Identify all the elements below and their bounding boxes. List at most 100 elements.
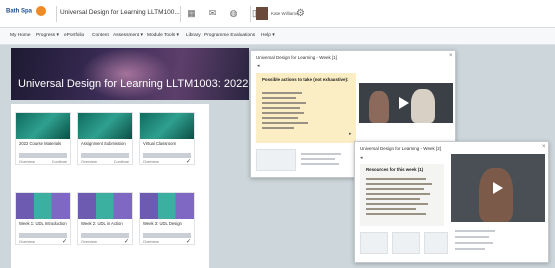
play-icon[interactable] (493, 182, 503, 194)
window-title: Universal Design for Learning - Week [1] (256, 55, 337, 60)
nav-assessment[interactable]: Assessment ▾ (113, 33, 143, 38)
module-card[interactable]: 2022 Course Materials Overview Continue (15, 112, 71, 165)
card-title: Week 2: UDL in Action (81, 221, 123, 226)
card-thumbnail (78, 193, 132, 219)
check-icon: ✓ (185, 239, 191, 245)
note-text-line (366, 203, 428, 205)
progress-bar (81, 233, 129, 238)
card-thumbnail (140, 193, 194, 219)
nav-programme-evaluations[interactable]: Programme Evaluations (204, 33, 255, 38)
thumbnail-caption-line (301, 158, 335, 160)
chat-icon[interactable]: ◍ (228, 8, 239, 19)
play-icon[interactable] (399, 97, 409, 109)
back-arrow-icon[interactable]: ◂ (257, 63, 260, 69)
card-overview-link[interactable]: Overview (81, 160, 97, 164)
forward-arrow-icon[interactable]: ▸ (349, 131, 352, 137)
thumbnail-caption-line (455, 236, 489, 238)
avatar[interactable] (256, 7, 268, 20)
course-banner: Universal Design for Learning LLTM1003: … (11, 48, 249, 100)
module-card[interactable]: Week 1: UDL Introduction Overview ✓ (15, 192, 71, 245)
header-divider (56, 6, 57, 22)
video-person (411, 89, 435, 123)
card-overview-link[interactable]: Overview (81, 240, 97, 244)
note-text-line (366, 198, 420, 200)
module-card[interactable]: Assignment Submission Overview Continue (77, 112, 133, 165)
note-text-line (262, 97, 296, 99)
progress-bar (19, 153, 67, 158)
card-thumbnail (16, 193, 70, 219)
video-player[interactable] (451, 154, 545, 222)
card-thumbnail (78, 113, 132, 139)
gear-icon[interactable]: ⚙ (296, 8, 305, 19)
card-title: 2022 Course Materials (19, 141, 62, 146)
note-text-line (262, 107, 300, 109)
nav-eportfolio[interactable]: ePortfolio (64, 33, 84, 38)
card-overview-link[interactable]: Overview (143, 160, 159, 164)
card-continue-link[interactable]: Continue (114, 160, 129, 164)
card-title: Week 3: UDL Design (143, 221, 182, 226)
slide-thumbnail[interactable] (392, 232, 420, 254)
note-text-line (262, 102, 306, 104)
check-icon: ✓ (185, 159, 191, 165)
logo-text: Bath Spa (6, 8, 33, 15)
module-card[interactable]: Virtual Classroom Overview ✓ (139, 112, 195, 165)
course-title[interactable]: Universal Design for Learning LLTM100... (60, 9, 180, 16)
card-overview-link[interactable]: Overview (19, 240, 35, 244)
back-arrow-icon[interactable]: ◂ (360, 155, 363, 161)
content-area: 2022 Course Materials Overview Continue A… (11, 104, 209, 268)
module-card[interactable]: Week 2: UDL in Action Overview ✓ (77, 192, 133, 245)
progress-bar (143, 153, 191, 158)
mail-icon[interactable]: ✉ (207, 8, 218, 19)
banner-title: Universal Design for Learning LLTM1003: … (18, 78, 249, 90)
nav-my-home[interactable]: My Home (10, 33, 31, 38)
slide-thumbnail[interactable] (424, 232, 448, 254)
check-icon: ✓ (123, 239, 129, 245)
card-title: Assignment Submission (81, 141, 126, 146)
note-panel: Possible actions to take (not exhaustive… (256, 73, 356, 143)
note-text-line (262, 117, 298, 119)
thumbnail-caption-line (455, 248, 485, 250)
nav-library[interactable]: Library (186, 33, 201, 38)
logo[interactable]: Bath Spa (6, 6, 56, 22)
week-2-preview-window[interactable]: Universal Design for Learning - Week [2]… (354, 141, 549, 263)
progress-bar (19, 233, 67, 238)
note-text-line (366, 178, 426, 180)
nav-module-tools[interactable]: Module Tools ▾ (147, 33, 179, 38)
thumbnail-caption-line (301, 153, 341, 155)
progress-bar (81, 153, 129, 158)
card-thumbnail (140, 113, 194, 139)
module-card[interactable]: Week 3: UDL Design Overview ✓ (139, 192, 195, 245)
user-name[interactable]: Kate Williams (271, 11, 298, 16)
note-heading: Possible actions to take (not exhaustive… (262, 77, 349, 82)
header-icons: ▦ ✉ ◍ ▯ (186, 8, 260, 19)
note-text-line (366, 183, 432, 185)
thumbnail-caption-line (301, 163, 339, 165)
card-title: Week 1: UDL Introduction (19, 221, 67, 226)
note-text-line (366, 213, 426, 215)
video-player[interactable] (359, 83, 453, 123)
nav-help[interactable]: Help ▾ (261, 33, 275, 38)
check-icon: ✓ (61, 239, 67, 245)
note-text-line (366, 188, 424, 190)
header-divider (180, 6, 181, 22)
close-icon[interactable]: × (542, 144, 546, 150)
header-divider (250, 6, 251, 22)
card-continue-link[interactable]: Continue (52, 160, 67, 164)
top-bar: Bath Spa Universal Design for Learning L… (0, 0, 555, 28)
slide-thumbnail[interactable] (256, 149, 296, 171)
nav-content[interactable]: Content (92, 33, 109, 38)
card-thumbnail (16, 113, 70, 139)
note-text-line (366, 208, 416, 210)
close-icon[interactable]: × (449, 53, 453, 59)
video-person (479, 168, 513, 222)
card-overview-link[interactable]: Overview (143, 240, 159, 244)
grid-icon[interactable]: ▦ (186, 8, 197, 19)
thumbnail-caption-line (455, 230, 495, 232)
banner-glow (81, 48, 171, 100)
note-text-line (262, 92, 302, 94)
video-person (369, 91, 389, 123)
nav-progress[interactable]: Progress ▾ (36, 33, 59, 38)
card-overview-link[interactable]: Overview (19, 160, 35, 164)
slide-thumbnail[interactable] (360, 232, 388, 254)
note-text-line (262, 112, 304, 114)
